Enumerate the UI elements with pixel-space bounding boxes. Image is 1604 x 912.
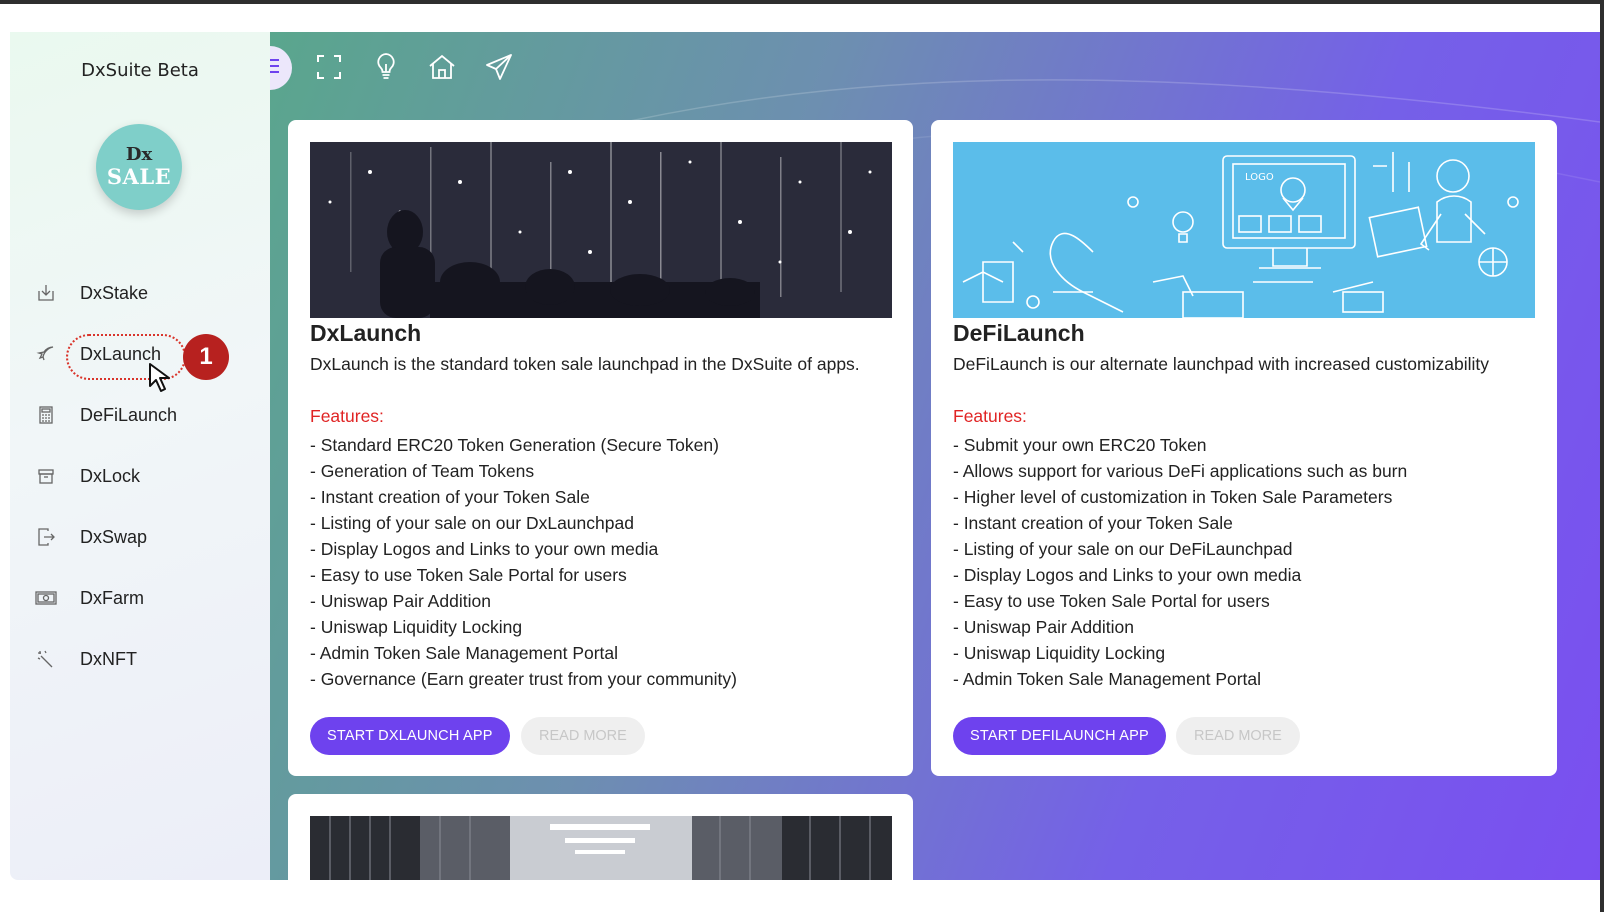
start-defilaunch-app-button[interactable]: START DEFILAUNCH APP — [953, 717, 1166, 755]
read-more-button[interactable]: READ MORE — [1176, 717, 1300, 755]
rocket-icon — [34, 342, 58, 366]
features-list: - Standard ERC20 Token Generation (Secur… — [310, 432, 737, 692]
menu-icon — [270, 58, 280, 78]
app-window: DxSuite Beta Dx SALE DxStake DxLaunch De… — [10, 32, 1600, 880]
feature-item: - Listing of your sale on our DxLaunchpa… — [310, 513, 634, 533]
magic-wand-icon — [34, 647, 58, 671]
sidebar-item-label: DxNFT — [80, 648, 137, 669]
window-top-border — [0, 0, 1604, 4]
feature-item: - Governance (Earn greater trust from yo… — [310, 669, 737, 689]
main-content: DxLaunch DxLaunch is the standard token … — [270, 32, 1600, 880]
calculator-icon — [34, 403, 58, 427]
fullscreen-button[interactable] — [307, 48, 351, 90]
download-box-icon — [34, 281, 58, 305]
sidebar-item-label: DxStake — [80, 282, 149, 303]
tips-button[interactable] — [364, 48, 408, 90]
sidebar-item-label: DeFiLaunch — [80, 404, 178, 425]
server-room-banner-image — [310, 816, 892, 880]
sidebar-item-dxnft[interactable]: DxNFT — [34, 642, 234, 676]
logo-text-dx: Dx — [125, 144, 153, 165]
next-app-card — [288, 794, 913, 880]
feature-item: - Instant creation of your Token Sale — [310, 487, 590, 507]
tutorial-step-badge: 1 — [183, 334, 229, 380]
card-title: DeFiLaunch — [953, 320, 1085, 346]
feature-item: - Uniswap Liquidity Locking — [953, 643, 1166, 663]
home-icon — [428, 54, 456, 84]
home-button[interactable] — [420, 48, 464, 90]
money-icon — [34, 586, 58, 610]
banner-logo-text: LOGO — [1245, 172, 1274, 183]
brand-title: DxSuite Beta — [81, 60, 199, 81]
lightbulb-icon — [374, 52, 398, 86]
window-right-border — [1600, 0, 1604, 912]
feature-item: - Admin Token Sale Management Portal — [310, 643, 619, 663]
read-more-button[interactable]: READ MORE — [521, 717, 645, 755]
feature-item: - Standard ERC20 Token Generation (Secur… — [310, 435, 719, 455]
feature-item: - Instant creation of your Token Sale — [953, 513, 1233, 533]
fullscreen-icon — [316, 54, 342, 84]
sidebar-item-defilaunch[interactable]: DeFiLaunch — [34, 398, 234, 432]
sidebar: DxSuite Beta Dx SALE DxStake DxLaunch De… — [10, 32, 270, 880]
feature-item: - Uniswap Pair Addition — [953, 617, 1134, 637]
features-label: Features: — [310, 406, 384, 426]
sidebar-item-label: DxFarm — [80, 587, 144, 608]
feature-item: - Listing of your sale on our DeFiLaunch… — [953, 539, 1293, 559]
feature-item: - Higher level of customization in Token… — [953, 487, 1393, 507]
feature-item: - Display Logos and Links to your own me… — [953, 565, 1302, 585]
feature-item: - Submit your own ERC20 Token — [953, 435, 1207, 455]
start-dxlaunch-app-button[interactable]: START DXLAUNCH APP — [310, 717, 510, 755]
feature-item: - Allows support for various DeFi applic… — [953, 461, 1408, 481]
feature-item: - Easy to use Token Sale Portal for user… — [953, 591, 1270, 611]
sidebar-item-dxswap[interactable]: DxSwap — [34, 520, 234, 554]
features-list: - Submit your own ERC20 Token - Allows s… — [953, 432, 1407, 692]
send-icon — [485, 53, 513, 85]
dxsale-logo[interactable]: Dx SALE — [96, 124, 182, 210]
send-button[interactable] — [477, 48, 521, 90]
card-title: DxLaunch — [310, 320, 422, 346]
dxlaunch-card: DxLaunch DxLaunch is the standard token … — [288, 120, 913, 776]
feature-item: - Uniswap Liquidity Locking — [310, 617, 523, 637]
logo-text-sale: SALE — [106, 164, 172, 189]
feature-item: - Generation of Team Tokens — [310, 461, 535, 481]
dxlaunch-banner-image — [310, 142, 892, 318]
feature-item: - Uniswap Pair Addition — [310, 591, 491, 611]
feature-item: - Admin Token Sale Management Portal — [953, 669, 1262, 689]
sidebar-item-label: DxSwap — [80, 526, 148, 547]
defilaunch-card: LOGO DeFiLaunch DeFiLaunch is our altern… — [931, 120, 1557, 776]
sidebar-item-dxfarm[interactable]: DxFarm — [34, 581, 234, 615]
feature-item: - Display Logos and Links to your own me… — [310, 539, 659, 559]
mouse-cursor-icon — [148, 362, 174, 398]
exit-icon — [34, 525, 58, 549]
defilaunch-banner-image: LOGO — [953, 142, 1535, 318]
card-description: DeFiLaunch is our alternate launchpad wi… — [953, 354, 1489, 374]
feature-item: - Easy to use Token Sale Portal for user… — [310, 565, 627, 585]
sidebar-item-label: DxLock — [80, 465, 141, 486]
sidebar-item-dxlock[interactable]: DxLock — [34, 459, 234, 493]
sidebar-item-dxstake[interactable]: DxStake — [34, 276, 234, 310]
card-description: DxLaunch is the standard token sale laun… — [310, 354, 860, 374]
features-label: Features: — [953, 406, 1027, 426]
archive-icon — [34, 464, 58, 488]
